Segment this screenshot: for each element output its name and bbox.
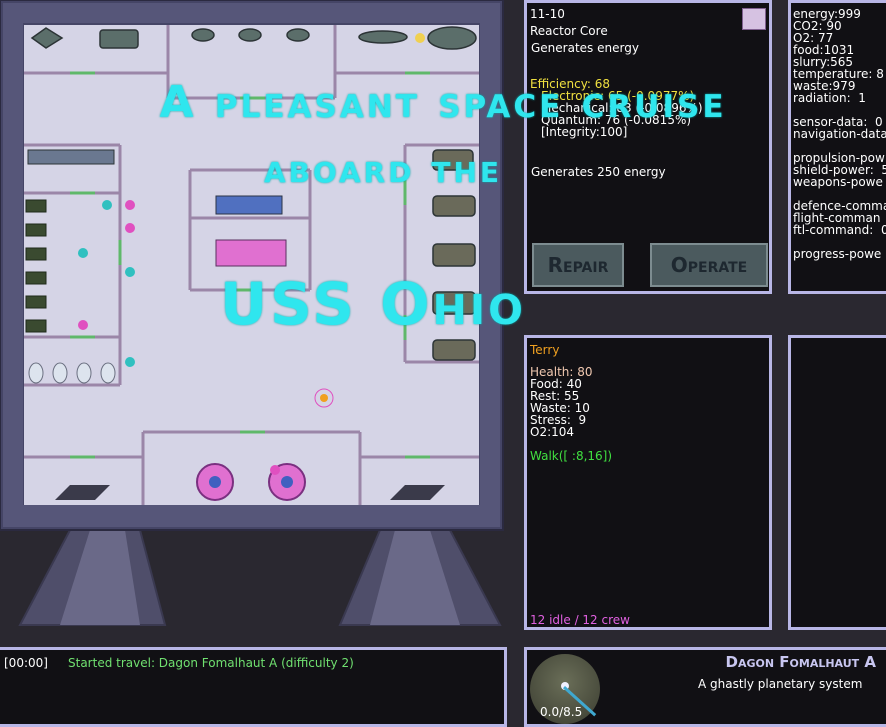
stat-navigation-data: navigation-data xyxy=(793,127,886,141)
title-line-2: aboard the xyxy=(263,146,503,192)
room-description: Generates energy xyxy=(531,41,639,55)
title-line-3: USS Ohio xyxy=(220,270,526,338)
room-name: Reactor Core xyxy=(530,24,608,38)
room-thumbnail-icon xyxy=(742,8,766,30)
log-message: Started travel: Dagon Fomalhaut A (diffi… xyxy=(68,656,354,670)
crew-status: 12 idle / 12 crew xyxy=(530,613,630,627)
crew-action: Walk([ :8,16]) xyxy=(530,449,613,463)
crew-o2: O2:104 xyxy=(530,425,575,439)
title-line-1: A pleasant space cruise xyxy=(159,77,727,128)
destination-name: Dagon Fomalhaut A xyxy=(725,653,877,671)
stat-progress-power: progress-powe xyxy=(793,247,882,261)
crew-name: Terry xyxy=(530,343,560,357)
stat-ftl-command: ftl-command: 0 xyxy=(793,223,886,237)
log-time: [00:00] xyxy=(4,656,48,670)
side-panel-lower xyxy=(788,335,886,630)
event-log-panel: [00:00] Started travel: Dagon Fomalhaut … xyxy=(0,647,507,727)
destination-description: A ghastly planetary system xyxy=(698,677,863,691)
travel-progress: 0.0/8.5 xyxy=(540,705,583,719)
destination-panel: 0.0/8.5 Dagon Fomalhaut A A ghastly plan… xyxy=(524,647,886,727)
crew-info-panel: Terry Health: 80 Food: 40 Rest: 55 Waste… xyxy=(524,335,772,630)
room-id: 11-10 xyxy=(530,7,565,21)
